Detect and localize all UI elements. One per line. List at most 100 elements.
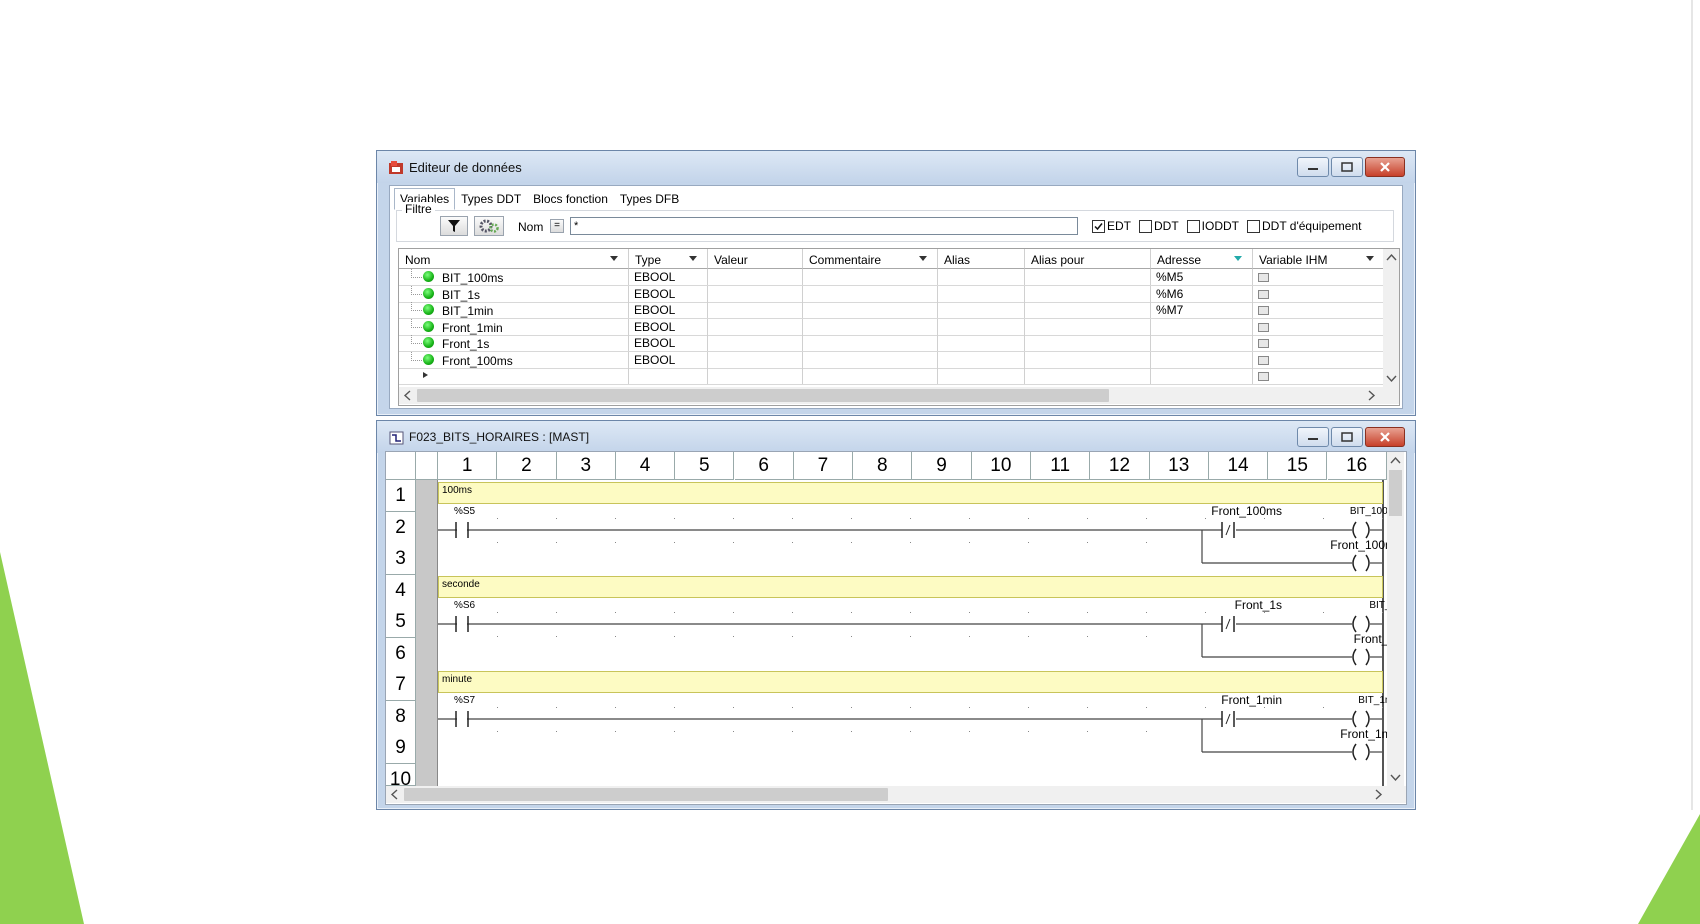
table-cell[interactable] — [629, 368, 708, 384]
table-row[interactable]: Front_100ms EBOOL — [399, 351, 1385, 369]
table-cell[interactable] — [1025, 318, 1151, 335]
table-cell[interactable] — [708, 351, 803, 368]
variable-address[interactable] — [1151, 351, 1253, 368]
variables-vscrollbar[interactable] — [1383, 249, 1400, 387]
table-cell[interactable] — [708, 285, 803, 302]
table-cell[interactable] — [1253, 368, 1385, 384]
table-cell[interactable] — [803, 318, 938, 335]
close-button[interactable] — [1365, 427, 1405, 447]
tab-blocs-fonction[interactable]: Blocs fonction — [527, 188, 614, 210]
table-cell[interactable]: BIT_100ms — [399, 269, 629, 285]
table-cell[interactable] — [708, 302, 803, 318]
scroll-left-icon[interactable] — [401, 387, 415, 404]
set-coil[interactable] — [1352, 743, 1370, 761]
table-cell[interactable] — [803, 285, 938, 302]
column-header-commentaire[interactable]: Commentaire — [803, 249, 938, 269]
variable-address[interactable]: %M6 — [1151, 285, 1253, 302]
table-cell[interactable] — [708, 368, 803, 384]
table-cell[interactable] — [938, 335, 1025, 351]
filter-name-input[interactable] — [570, 217, 1078, 235]
table-row-new[interactable] — [399, 368, 1385, 385]
close-button[interactable] — [1365, 157, 1405, 177]
variable-type[interactable]: EBOOL — [629, 335, 708, 351]
table-cell[interactable] — [1025, 269, 1151, 285]
table-cell[interactable] — [1025, 368, 1151, 384]
scroll-up-icon[interactable] — [1383, 251, 1400, 265]
table-cell[interactable] — [803, 368, 938, 384]
table-cell[interactable] — [938, 368, 1025, 384]
column-header-nom[interactable]: Nom — [399, 249, 629, 269]
variable-address[interactable] — [1151, 318, 1253, 335]
table-cell[interactable] — [1025, 302, 1151, 318]
ihm-checkbox-icon[interactable] — [1258, 273, 1269, 282]
table-cell[interactable] — [1151, 368, 1253, 384]
checkbox-edt[interactable]: EDT — [1092, 219, 1131, 233]
variable-type[interactable]: EBOOL — [629, 285, 708, 302]
checkbox-ddt-equipement[interactable]: DDT d'équipement — [1247, 219, 1361, 233]
rung-comment[interactable]: seconde — [438, 576, 1383, 598]
table-cell[interactable] — [399, 368, 629, 384]
maximize-button[interactable] — [1331, 427, 1363, 447]
table-cell[interactable] — [938, 269, 1025, 285]
tab-types-dfb[interactable]: Types DFB — [614, 188, 685, 210]
edge-contact[interactable] — [1221, 616, 1235, 632]
table-row[interactable]: BIT_1min EBOOL %M7 — [399, 302, 1385, 319]
table-cell[interactable] — [1025, 335, 1151, 351]
tab-types-ddt[interactable]: Types DDT — [455, 188, 527, 210]
variable-type[interactable]: EBOOL — [629, 351, 708, 368]
scroll-right-icon[interactable] — [1364, 387, 1378, 404]
table-cell[interactable] — [1025, 351, 1151, 368]
data-editor-titlebar[interactable]: Editeur de données — [377, 151, 1415, 183]
ihm-checkbox-icon[interactable] — [1258, 355, 1269, 365]
column-header-variable-ihm[interactable]: Variable IHM — [1253, 249, 1385, 269]
column-header-type[interactable]: Type — [629, 249, 708, 269]
scroll-down-icon[interactable] — [1387, 770, 1404, 784]
rung-comment[interactable]: minute — [438, 671, 1383, 693]
table-cell[interactable]: Front_1s — [399, 335, 629, 351]
table-cell[interactable] — [1253, 269, 1385, 285]
column-header-adresse[interactable]: Adresse — [1151, 249, 1253, 269]
table-cell[interactable] — [1253, 302, 1385, 318]
scrollbar-thumb[interactable] — [417, 389, 1109, 402]
variable-type[interactable]: EBOOL — [629, 302, 708, 318]
filter-settings-button[interactable] — [474, 216, 504, 236]
output-coil[interactable] — [1352, 615, 1370, 633]
output-coil[interactable] — [1352, 521, 1370, 539]
table-cell[interactable] — [938, 351, 1025, 368]
table-cell[interactable] — [1253, 335, 1385, 351]
scrollbar-thumb[interactable] — [404, 788, 888, 801]
ladder-hscrollbar[interactable] — [386, 786, 1406, 803]
scroll-left-icon[interactable] — [388, 786, 402, 803]
edge-contact[interactable] — [1221, 711, 1235, 727]
ihm-checkbox-icon[interactable] — [1258, 339, 1269, 348]
table-row[interactable]: BIT_100ms EBOOL %M5 — [399, 269, 1385, 286]
scroll-right-icon[interactable] — [1371, 786, 1385, 803]
output-coil[interactable] — [1352, 710, 1370, 728]
table-cell[interactable] — [1253, 351, 1385, 368]
system-bit-contact[interactable] — [455, 522, 469, 538]
table-cell[interactable] — [1025, 285, 1151, 302]
system-bit-contact[interactable] — [455, 711, 469, 727]
table-cell[interactable] — [708, 269, 803, 285]
filter-button[interactable] — [440, 216, 468, 236]
table-cell[interactable] — [708, 318, 803, 335]
ladder-vscrollbar[interactable] — [1387, 452, 1404, 786]
checkbox-ddt[interactable]: DDT — [1139, 219, 1179, 233]
table-row[interactable]: Front_1min EBOOL — [399, 318, 1385, 336]
table-cell[interactable] — [938, 302, 1025, 318]
table-cell[interactable] — [938, 285, 1025, 302]
table-cell[interactable] — [1253, 285, 1385, 302]
ihm-checkbox-icon[interactable] — [1258, 289, 1269, 299]
checkbox-ioddt[interactable]: IODDT — [1186, 219, 1239, 233]
column-header-alias[interactable]: Alias — [938, 249, 1025, 269]
scroll-up-icon[interactable] — [1387, 454, 1404, 468]
variable-address[interactable]: %M5 — [1151, 269, 1253, 285]
set-coil[interactable] — [1352, 554, 1370, 572]
maximize-button[interactable] — [1331, 157, 1363, 177]
table-cell[interactable] — [803, 269, 938, 285]
column-header-valeur[interactable]: Valeur — [708, 249, 803, 269]
minimize-button[interactable] — [1297, 427, 1329, 447]
ihm-checkbox-icon[interactable] — [1258, 306, 1269, 315]
ladder-editor-titlebar[interactable]: F023_BITS_HORAIRES : [MAST] — [377, 421, 1415, 453]
variable-address[interactable]: %M7 — [1151, 302, 1253, 318]
